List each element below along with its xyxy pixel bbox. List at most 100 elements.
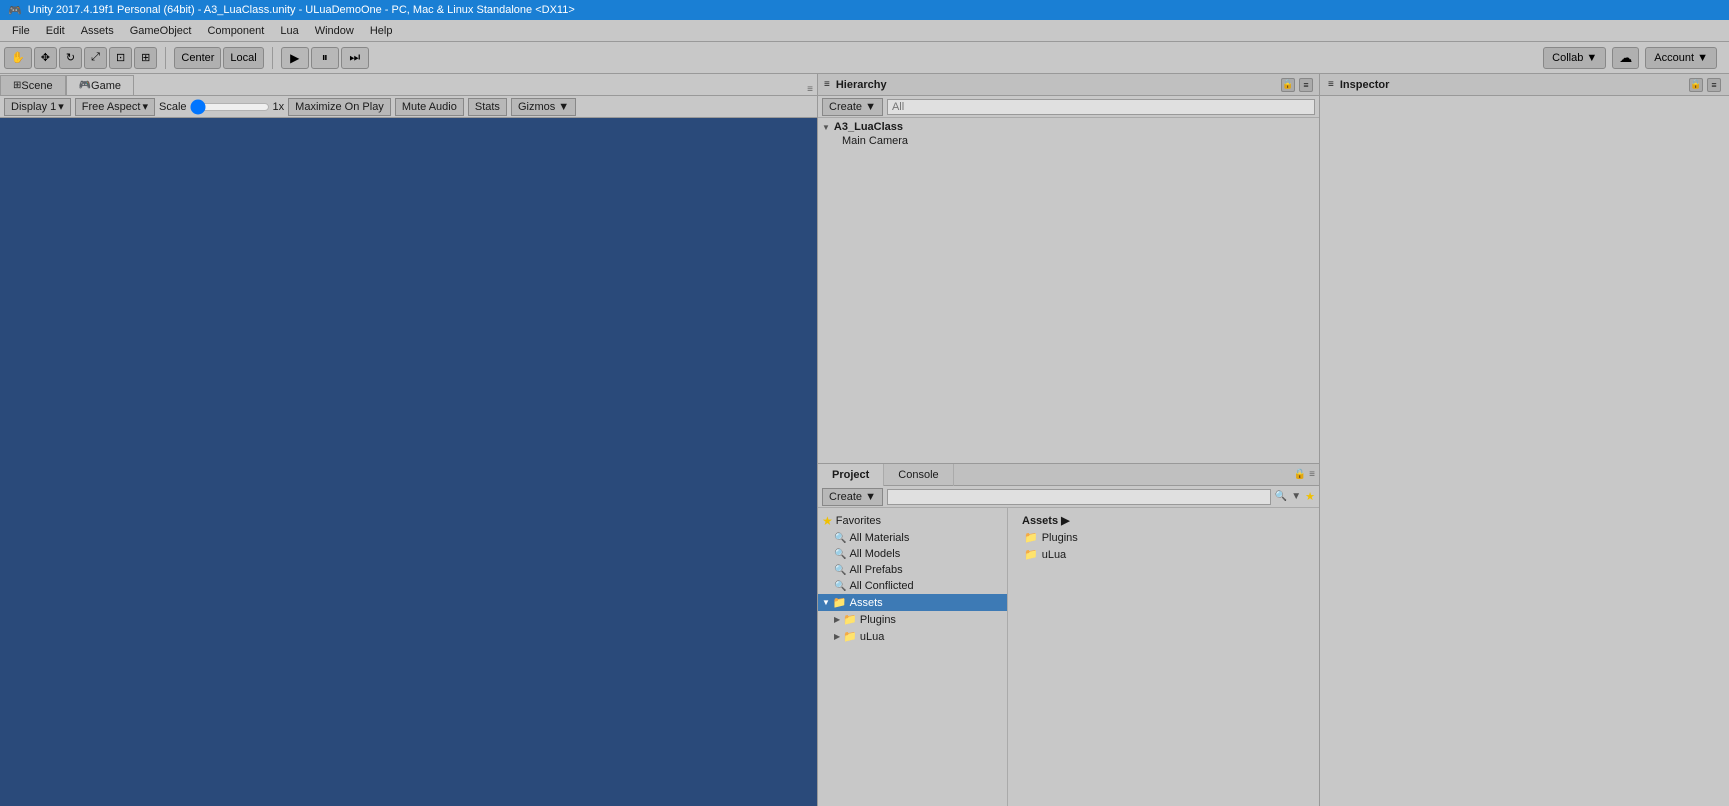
inspector-lock-btn[interactable]: 🔒 [1689,78,1703,92]
filter-icon[interactable]: ▼ [1291,491,1301,502]
scale-slider[interactable] [190,102,270,112]
assets-label: Assets [850,597,883,609]
menu-file[interactable]: File [4,23,38,39]
plugins-asset-label: Plugins [1042,532,1078,544]
transform-tool-button[interactable]: ⊞ [134,47,157,69]
hierarchy-lock-btn[interactable]: 🔒 [1281,78,1295,92]
all-conflicted-item[interactable]: 🔍 All Conflicted [818,578,1007,594]
menu-bar: File Edit Assets GameObject Component Lu… [0,20,1729,42]
display-arrow: ▾ [58,100,64,113]
toolbar-sep-1 [165,47,166,69]
hierarchy-menu-icon: ≡ [824,79,830,90]
menu-gameobject[interactable]: GameObject [122,23,200,39]
menu-assets[interactable]: Assets [73,23,122,39]
ulua-tree-item[interactable]: ▶ 📁 uLua [818,628,1007,645]
stats-label: Stats [475,101,500,113]
scene-tab-label: Scene [21,80,52,92]
hierarchy-search-input[interactable] [887,99,1315,115]
mute-audio-button[interactable]: Mute Audio [395,98,464,116]
hierarchy-create-dropdown[interactable]: Create ▼ [822,98,883,116]
hierarchy-header: ≡ Hierarchy 🔒 ≡ [818,74,1319,96]
play-button[interactable]: ▶ [281,47,309,69]
rotate-tool-button[interactable]: ↻ [59,47,82,69]
title-text: Unity 2017.4.19f1 Personal (64bit) - A3_… [28,4,575,16]
mute-label: Mute Audio [402,101,457,113]
project-tab[interactable]: Project [818,464,884,486]
middle-panel: ≡ Hierarchy 🔒 ≡ Create ▼ ▼ A3_LuaClass [818,74,1320,806]
hierarchy-content: ▼ A3_LuaClass Main Camera [818,118,1319,463]
project-toolbar: Create ▼ 🔍 ▼ ★ [818,486,1319,508]
inspector-menu-icon: ≡ [1328,79,1334,90]
menu-help[interactable]: Help [362,23,401,39]
menu-lua[interactable]: Lua [272,23,306,39]
aspect-label: Free Aspect [82,101,141,113]
game-tab[interactable]: 🎮 Game [66,75,134,95]
all-models-item[interactable]: 🔍 All Models [818,546,1007,562]
camera-label: Main Camera [842,135,908,147]
aspect-dropdown[interactable]: Free Aspect ▾ [75,98,155,116]
menu-window[interactable]: Window [307,23,362,39]
inspector-options-btn[interactable]: ≡ [1707,78,1721,92]
favorites-header[interactable]: ★ Favorites [818,512,1007,530]
scale-control: Scale 1x [159,101,284,113]
scale-label: Scale [159,101,187,113]
all-conflicted-label: All Conflicted [849,580,913,592]
project-lock-icon[interactable]: 🔒 [1294,469,1306,480]
rect-tool-button[interactable]: ⊡ [109,47,132,69]
game-viewport [0,118,817,806]
assets-root-item[interactable]: ▼ 📁 Assets [818,594,1007,611]
ulua-folder-icon: 📁 [843,630,857,643]
game-tab-label: Game [91,80,121,92]
hierarchy-scene-root[interactable]: ▼ A3_LuaClass [818,120,1319,134]
scene-tab-icon: ⊞ [13,80,21,91]
plugins-arrow: ▶ [834,615,840,624]
ulua-asset-folder-icon: 📁 [1024,548,1038,561]
hierarchy-options-btn[interactable]: ≡ [1299,78,1313,92]
project-panel-controls: 🔒 ≡ [1294,469,1319,480]
local-button[interactable]: Local [223,47,263,69]
title-bar: 🎮 Unity 2017.4.19f1 Personal (64bit) - A… [0,0,1729,20]
ulua-label: uLua [860,631,884,643]
all-materials-item[interactable]: 🔍 All Materials [818,530,1007,546]
assets-right-label: Assets ▶ [1022,514,1070,527]
move-tool-button[interactable]: ✥ [34,47,57,69]
panel-lock-controls: ≡ [807,84,817,95]
center-button[interactable]: Center [174,47,221,69]
hierarchy-panel: ≡ Hierarchy 🔒 ≡ Create ▼ ▼ A3_LuaClass [818,74,1319,464]
menu-component[interactable]: Component [199,23,272,39]
hand-tool-button[interactable]: ✋ [4,47,32,69]
pause-button[interactable]: ⏸ [311,47,339,69]
gizmos-dropdown[interactable]: Gizmos ▼ [511,98,576,116]
gizmos-label: Gizmos ▼ [518,101,569,113]
project-search-input[interactable] [887,489,1271,505]
hierarchy-main-camera[interactable]: Main Camera [818,134,1319,148]
scene-tab[interactable]: ⊞ Scene [0,75,66,95]
plugins-folder-icon: 📁 [843,613,857,626]
plugins-asset-item[interactable]: 📁 Plugins [1016,529,1311,546]
all-prefabs-item[interactable]: 🔍 All Prefabs [818,562,1007,578]
scale-tool-button[interactable]: ⤢ [84,47,107,69]
ulua-asset-item[interactable]: 📁 uLua [1016,546,1311,563]
project-content: ★ Favorites 🔍 All Materials 🔍 All Models… [818,508,1319,806]
step-button[interactable]: ⏭ [341,47,369,69]
panel-options-icon[interactable]: ≡ [807,84,813,95]
plugins-label: Plugins [860,614,896,626]
all-prefabs-icon: 🔍 [834,565,846,576]
star-filter-icon[interactable]: ★ [1305,490,1315,503]
project-options-icon[interactable]: ≡ [1309,469,1315,480]
inspector-controls: 🔒 ≡ [1689,78,1721,92]
display-dropdown[interactable]: Display 1 ▾ [4,98,71,116]
project-create-dropdown[interactable]: Create ▼ [822,488,883,506]
maximize-on-play-button[interactable]: Maximize On Play [288,98,391,116]
menu-edit[interactable]: Edit [38,23,73,39]
collab-button[interactable]: Collab ▼ [1543,47,1606,69]
project-tree: ★ Favorites 🔍 All Materials 🔍 All Models… [818,508,1008,806]
plugins-tree-item[interactable]: ▶ 📁 Plugins [818,611,1007,628]
stats-button[interactable]: Stats [468,98,507,116]
all-prefabs-label: All Prefabs [849,564,902,576]
console-tab[interactable]: Console [884,464,953,486]
scene-game-tabs: ⊞ Scene 🎮 Game ≡ [0,74,817,96]
hierarchy-controls: 🔒 ≡ [1281,78,1313,92]
account-button[interactable]: Account ▼ [1645,47,1717,69]
cloud-button[interactable]: ☁ [1612,47,1639,69]
